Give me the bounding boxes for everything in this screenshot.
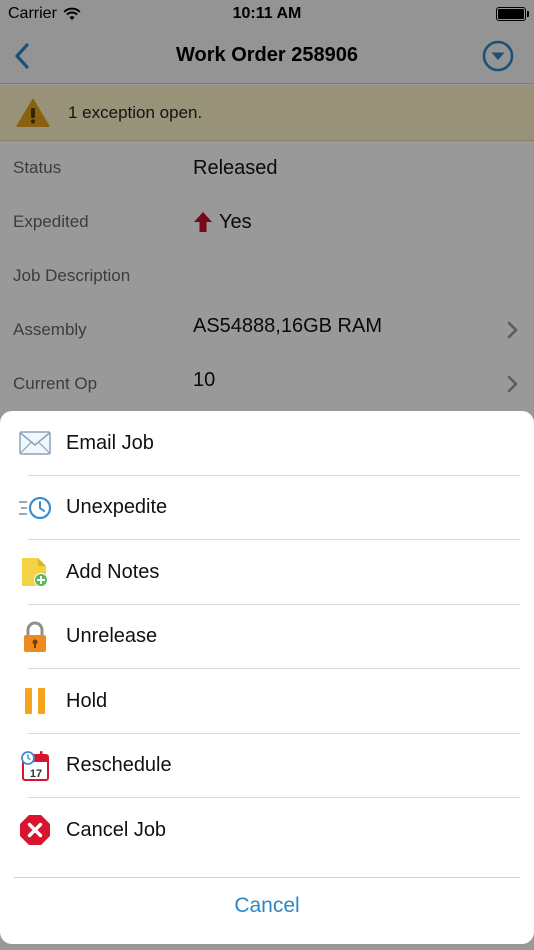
action-unrelease[interactable]: Unrelease [0,605,534,669]
pause-icon [18,684,52,718]
envelope-icon [18,426,52,460]
action-label: Email Job [66,431,154,454]
action-label: Reschedule [66,754,172,777]
action-email-job[interactable]: Email Job [0,411,534,476]
action-unexpedite[interactable]: Unexpedite [0,476,534,540]
note-add-icon [18,555,52,589]
action-hold[interactable]: Hold [0,669,534,734]
cancel-x-icon [18,813,52,847]
action-sheet: Email Job Unexpedite Add Notes Unrelease… [0,411,534,944]
action-label: Unexpedite [66,496,168,519]
action-label: Hold [66,689,108,712]
calendar-icon: 17 [18,749,52,783]
action-label: Unrelease [66,625,158,648]
calendar-day: 17 [30,768,42,780]
action-reschedule[interactable]: 17 Reschedule [0,734,534,798]
action-add-notes[interactable]: Add Notes [0,540,534,605]
lock-icon [18,620,52,654]
clock-icon [18,491,52,525]
action-label: Add Notes [66,560,160,583]
cancel-button[interactable]: Cancel [0,878,534,934]
action-cancel-job[interactable]: Cancel Job [0,798,534,863]
action-label: Cancel Job [66,818,167,841]
